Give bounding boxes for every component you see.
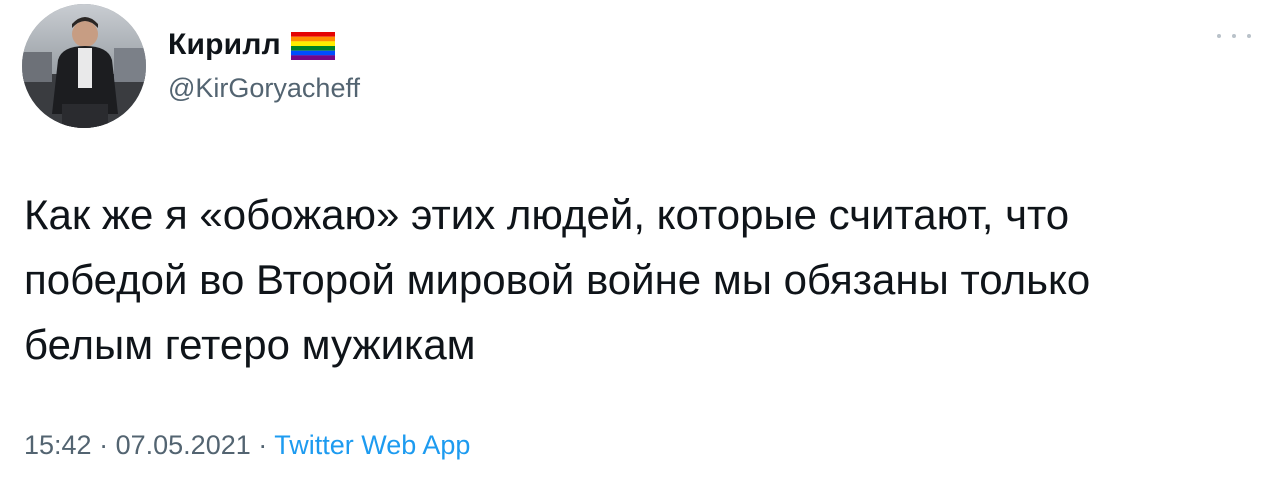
separator: · xyxy=(258,430,268,460)
author-name-row[interactable]: Кирилл xyxy=(168,28,335,62)
separator: · xyxy=(99,430,109,460)
author-handle[interactable]: @KirGoryacheff xyxy=(168,73,360,104)
rainbow-flag-icon xyxy=(290,32,335,60)
more-dot xyxy=(1247,34,1251,38)
tweet-text: Как же я «обожаю» этих людей, которые сч… xyxy=(24,182,1244,377)
tweet-source-link[interactable]: Twitter Web App xyxy=(274,430,470,460)
tweet-text-line: победой во Второй мировой войне мы обяза… xyxy=(24,256,1091,303)
more-dot xyxy=(1232,34,1236,38)
tweet-date[interactable]: 07.05.2021 xyxy=(116,430,251,460)
tweet-time[interactable]: 15:42 xyxy=(24,430,92,460)
tweet-card: Кирилл @KirGoryacheff Как же я «обожаю» … xyxy=(0,0,1279,494)
tweet-metadata: 15:42 · 07.05.2021 · Twitter Web App xyxy=(24,430,470,461)
avatar-photo xyxy=(22,4,146,128)
tweet-text-line: Как же я «обожаю» этих людей, которые сч… xyxy=(24,191,1070,238)
more-dot xyxy=(1217,34,1221,38)
more-options-icon[interactable] xyxy=(1217,26,1251,46)
display-name[interactable]: Кирилл xyxy=(168,28,281,62)
tweet-text-line: белым гетеро мужикам xyxy=(24,321,476,368)
avatar[interactable] xyxy=(22,4,146,128)
